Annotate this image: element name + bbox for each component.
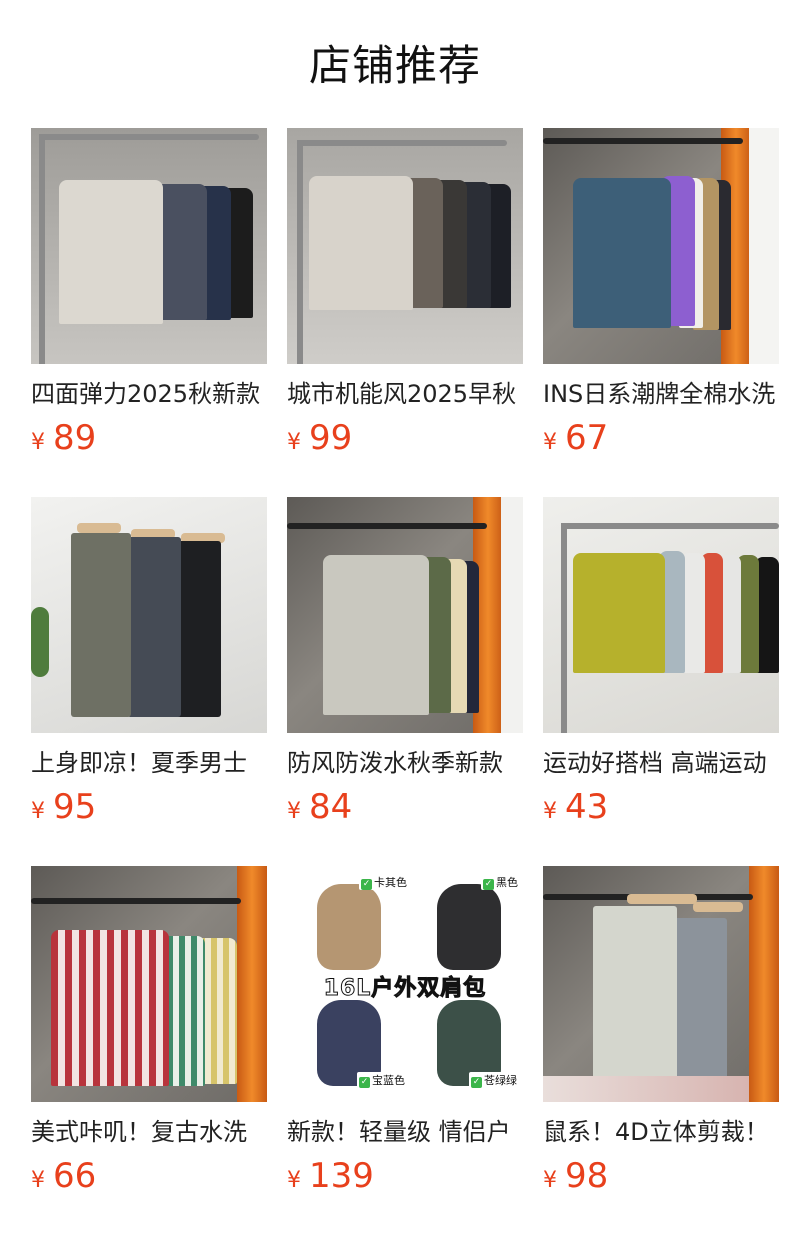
currency-symbol: ¥ (31, 430, 45, 455)
product-name[interactable]: 新款！轻量级 情侣户 (287, 1116, 523, 1148)
price-value: 67 (565, 418, 609, 458)
product-card[interactable]: 防风防泼水秋季新款 ¥84 (287, 497, 523, 866)
product-image-sport-tops[interactable] (543, 497, 779, 733)
color-tag: ✓ 宝蓝色 (357, 1072, 407, 1088)
color-tag: ✓ 黑色 (481, 874, 520, 890)
product-card[interactable]: 美式咔叽！复古水洗 ¥66 (31, 866, 267, 1235)
currency-symbol: ¥ (543, 1168, 557, 1193)
product-card[interactable]: INS日系潮牌全棉水洗 ¥67 (543, 128, 779, 497)
bag-headline: 16L户外双肩包 (323, 976, 487, 1002)
product-price: ¥99 (287, 418, 523, 464)
product-price: ¥84 (287, 787, 523, 833)
product-name[interactable]: 美式咔叽！复古水洗 (31, 1116, 267, 1148)
product-grid: 四面弹力2025秋新款 ¥89 城市机能风2025早秋 ¥99 INS日系潮牌全… (31, 128, 779, 1235)
price-value: 99 (309, 418, 353, 458)
price-value: 89 (53, 418, 97, 458)
price-value: 84 (309, 787, 353, 827)
product-card[interactable]: 上身即凉！夏季男士 ¥95 (31, 497, 267, 866)
price-value: 98 (565, 1156, 609, 1196)
price-value: 66 (53, 1156, 97, 1196)
product-image-coats[interactable] (287, 497, 523, 733)
product-price: ¥66 (31, 1156, 267, 1202)
product-price: ¥67 (543, 418, 779, 464)
product-card[interactable]: ✓ 卡其色 ✓ 黑色 16L户外双肩包 ✓ 宝蓝色 ✓ 苍绿绿 新款！轻量级 情侣户 ¥… (287, 866, 523, 1235)
product-card[interactable]: 运动好搭档 高端运动 ¥43 (543, 497, 779, 866)
product-price: ¥98 (543, 1156, 779, 1202)
product-name[interactable]: 城市机能风2025早秋 (287, 378, 523, 410)
product-name[interactable]: 四面弹力2025秋新款 (31, 378, 267, 410)
product-price: ¥89 (31, 418, 267, 464)
product-name[interactable]: 鼠系！4D立体剪裁！ (543, 1116, 779, 1148)
product-card[interactable]: 四面弹力2025秋新款 ¥89 (31, 128, 267, 497)
product-price: ¥139 (287, 1156, 523, 1202)
product-price: ¥95 (31, 787, 267, 833)
product-card[interactable]: 城市机能风2025早秋 ¥99 (287, 128, 523, 497)
price-value: 43 (565, 787, 609, 827)
product-name[interactable]: 运动好搭档 高端运动 (543, 747, 779, 779)
product-name[interactable]: 防风防泼水秋季新款 (287, 747, 523, 779)
currency-symbol: ¥ (287, 799, 301, 824)
product-card[interactable]: 鼠系！4D立体剪裁！ ¥98 (543, 866, 779, 1235)
price-value: 139 (309, 1156, 374, 1196)
currency-symbol: ¥ (287, 430, 301, 455)
product-image-backpacks[interactable]: ✓ 卡其色 ✓ 黑色 16L户外双肩包 ✓ 宝蓝色 ✓ 苍绿绿 (287, 866, 523, 1102)
product-image-plaid-shirts[interactable] (31, 866, 267, 1102)
currency-symbol: ¥ (31, 1168, 45, 1193)
currency-symbol: ¥ (543, 430, 557, 455)
product-image-shirts[interactable] (543, 128, 779, 364)
product-image-jackets-grey[interactable] (31, 128, 267, 364)
currency-symbol: ¥ (31, 799, 45, 824)
product-name[interactable]: INS日系潮牌全棉水洗 (543, 378, 779, 410)
product-name[interactable]: 上身即凉！夏季男士 (31, 747, 267, 779)
price-value: 95 (53, 787, 97, 827)
product-image-jackets-taupe[interactable] (287, 128, 523, 364)
product-image-trousers[interactable] (543, 866, 779, 1102)
product-image-pants[interactable] (31, 497, 267, 733)
currency-symbol: ¥ (543, 799, 557, 824)
product-price: ¥43 (543, 787, 779, 833)
currency-symbol: ¥ (287, 1168, 301, 1193)
color-tag: ✓ 卡其色 (359, 874, 409, 890)
page-title: 店铺推荐 (308, 41, 481, 90)
color-tag: ✓ 苍绿绿 (469, 1072, 519, 1088)
